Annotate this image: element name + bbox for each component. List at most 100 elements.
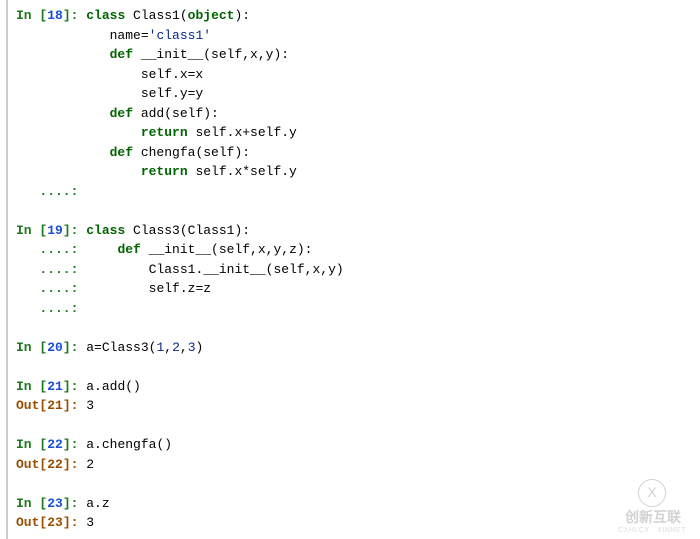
out-prompt: Out[	[16, 457, 47, 472]
indent	[86, 86, 141, 101]
code-token: def	[117, 242, 140, 257]
ipython-session: In [18]: class Class1(object): name='cla…	[6, 0, 700, 539]
code-token: def	[110, 106, 133, 121]
code-token: a.chengfa()	[86, 437, 172, 452]
indent	[16, 67, 86, 82]
code-line	[16, 318, 700, 338]
code-token: a.z	[86, 496, 109, 511]
code-line: Out[21]: 3	[16, 396, 700, 416]
code-token: 2	[172, 340, 180, 355]
code-line: In [21]: a.add()	[16, 377, 700, 397]
code-token: self.z=z	[149, 281, 211, 296]
in-number: 21	[47, 379, 63, 394]
in-number: 19	[47, 223, 63, 238]
code-token: __init__(self,x,y,z):	[141, 242, 313, 257]
code-token: a=Class3(	[86, 340, 156, 355]
indent	[86, 262, 148, 277]
indent	[86, 28, 109, 43]
out-prompt: Out[	[16, 515, 47, 530]
blank	[16, 320, 24, 335]
in-number: 23	[47, 496, 63, 511]
continuation-prompt: ....:	[16, 184, 86, 199]
blank	[16, 418, 24, 433]
indent	[86, 47, 109, 62]
code-line: self.y=y	[16, 84, 700, 104]
indent	[86, 106, 109, 121]
indent	[16, 125, 86, 140]
code-token: 3	[188, 340, 196, 355]
out-value: 3	[86, 515, 94, 530]
code-line: In [23]: a.z	[16, 494, 700, 514]
in-prompt: In [	[16, 223, 47, 238]
code-token: def	[110, 47, 133, 62]
blank	[16, 476, 24, 491]
code-token: )	[196, 340, 204, 355]
code-token: return	[141, 164, 188, 179]
continuation-prompt: ....:	[16, 301, 86, 316]
code-line: return self.x*self.y	[16, 162, 700, 182]
continuation-prompt: ....:	[16, 281, 86, 296]
indent	[86, 164, 141, 179]
code-line: In [19]: class Class3(Class1):	[16, 221, 700, 241]
code-token: self.x=x	[141, 67, 203, 82]
in-number: 20	[47, 340, 63, 355]
code-line: ....:	[16, 182, 700, 202]
indent	[16, 28, 86, 43]
out-value: 3	[86, 398, 94, 413]
indent	[86, 242, 117, 257]
code-line: In [20]: a=Class3(1,2,3)	[16, 338, 700, 358]
code-line: In [22]: a.chengfa()	[16, 435, 700, 455]
code-line: def __init__(self,x,y):	[16, 45, 700, 65]
indent	[16, 145, 86, 160]
code-token: a.add()	[86, 379, 141, 394]
in-prompt-close: ]:	[63, 223, 86, 238]
code-line	[16, 474, 700, 494]
out-number: 23	[47, 515, 63, 530]
indent	[86, 281, 148, 296]
in-number: 18	[47, 8, 63, 23]
in-prompt: In [	[16, 496, 47, 511]
code-line: ....: self.z=z	[16, 279, 700, 299]
code-line: ....: def __init__(self,x,y,z):	[16, 240, 700, 260]
in-prompt-close: ]:	[63, 496, 86, 511]
in-prompt: In [	[16, 437, 47, 452]
blank	[16, 203, 24, 218]
code-token: ,	[164, 340, 172, 355]
in-number: 22	[47, 437, 63, 452]
continuation-prompt: ....:	[16, 262, 86, 277]
code-line: def add(self):	[16, 104, 700, 124]
in-prompt: In [	[16, 379, 47, 394]
code-line: Out[23]: 3	[16, 513, 700, 533]
code-token: 'class1'	[149, 28, 211, 43]
in-prompt-close: ]:	[63, 8, 86, 23]
code-token: object	[188, 8, 235, 23]
out-prompt-close: ]:	[63, 457, 86, 472]
code-line: Out[22]: 2	[16, 455, 700, 475]
code-token: return	[141, 125, 188, 140]
out-prompt: Out[	[16, 398, 47, 413]
continuation-prompt: ....:	[16, 242, 86, 257]
indent	[86, 67, 141, 82]
code-line: def chengfa(self):	[16, 143, 700, 163]
code-token: def	[110, 145, 133, 160]
code-token: Class3(Class1):	[125, 223, 250, 238]
in-prompt: In [	[16, 340, 47, 355]
code-token: self.y=y	[141, 86, 203, 101]
blank	[16, 359, 24, 374]
code-line: ....:	[16, 299, 700, 319]
code-line: return self.x+self.y	[16, 123, 700, 143]
code-token: self.x*self.y	[188, 164, 297, 179]
out-value: 2	[86, 457, 94, 472]
code-token: ):	[234, 8, 250, 23]
code-line	[16, 416, 700, 436]
code-token: class	[86, 8, 125, 23]
code-token: class	[86, 223, 125, 238]
code-token: add(self):	[133, 106, 219, 121]
indent	[86, 145, 109, 160]
code-token: Class1.__init__(self,x,y)	[149, 262, 344, 277]
in-prompt-close: ]:	[63, 379, 86, 394]
code-line: self.x=x	[16, 65, 700, 85]
code-token: self.x+self.y	[188, 125, 297, 140]
in-prompt-close: ]:	[63, 340, 86, 355]
in-prompt-close: ]:	[63, 437, 86, 452]
